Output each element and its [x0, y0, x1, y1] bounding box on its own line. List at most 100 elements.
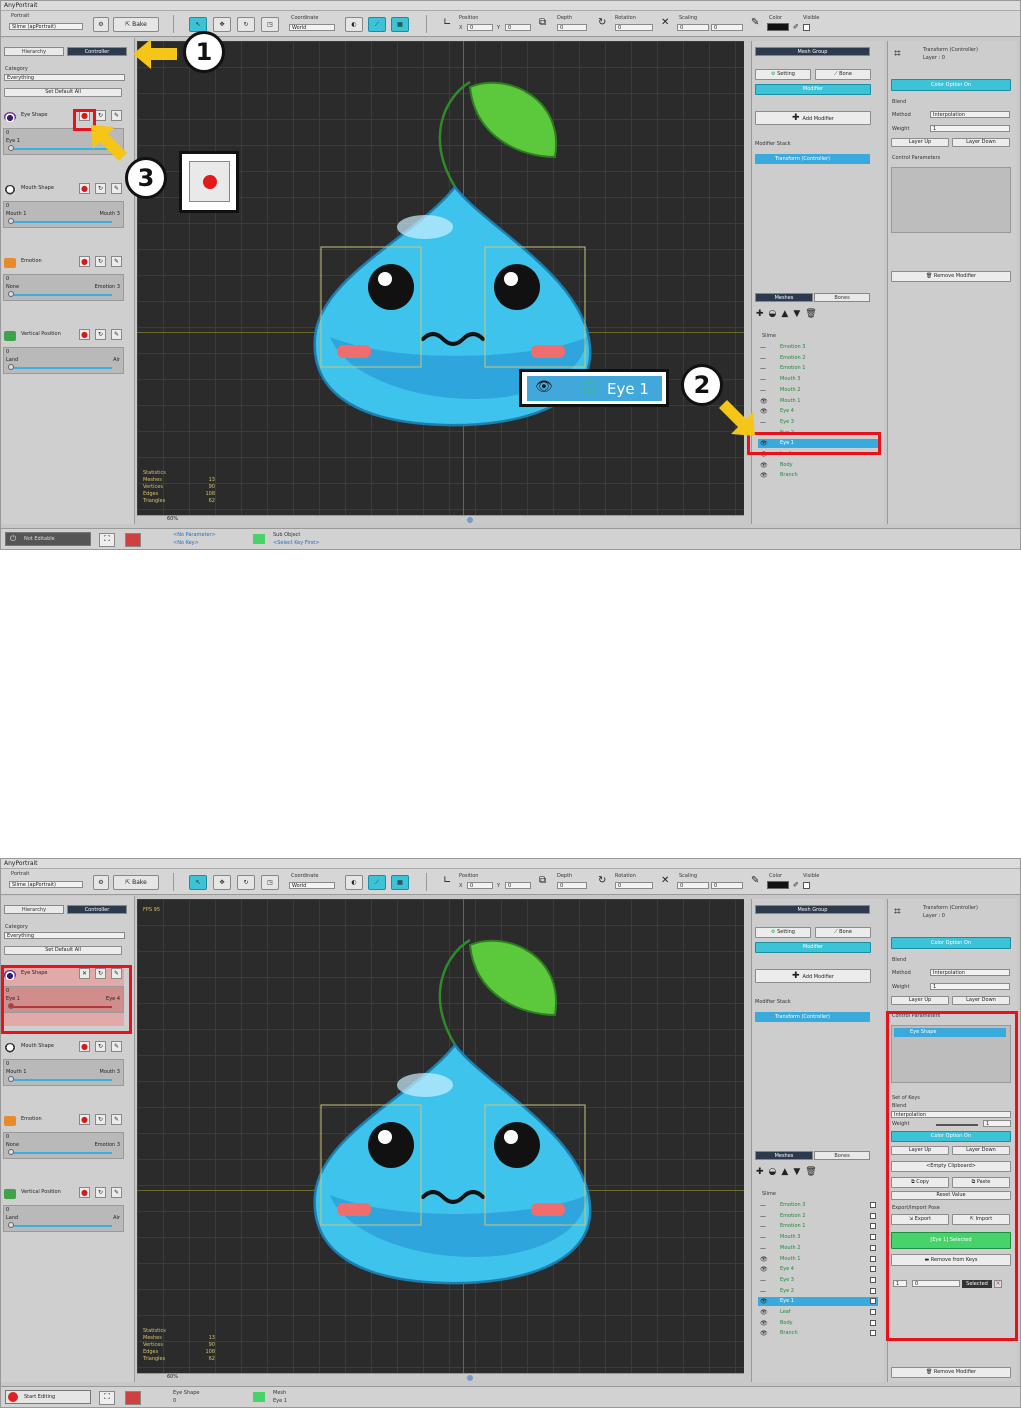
key-value-input[interactable]: 0	[912, 1280, 960, 1287]
visible-checkbox[interactable]	[803, 24, 810, 31]
export-button[interactable]: ⇲ Export	[891, 1214, 949, 1225]
bake-button[interactable]: ⇱ Bake	[113, 875, 159, 890]
weight-input[interactable]: 1	[930, 125, 1010, 132]
select-tool-icon[interactable]: ↖	[189, 875, 207, 890]
param-slider[interactable]: 0 None Emotion 3	[3, 274, 124, 301]
visibility-icon[interactable]: —	[760, 343, 766, 352]
slider-track[interactable]	[10, 367, 112, 369]
mesh-checkbox[interactable]	[870, 1244, 876, 1251]
visibility-icon[interactable]: 👁	[760, 1265, 768, 1274]
layer-down-button[interactable]: Layer Down	[952, 996, 1010, 1005]
color-option-button[interactable]: Color Option On	[891, 937, 1011, 949]
visibility-icon[interactable]: —	[760, 386, 766, 395]
visibility-icon[interactable]: —	[760, 1233, 766, 1242]
reset-icon[interactable]: ↻	[95, 1114, 106, 1125]
visibility-icon[interactable]: —	[760, 1212, 766, 1221]
mesh-list-item[interactable]: 👁 Leaf	[758, 450, 878, 459]
mesh-checkbox[interactable]	[870, 1287, 876, 1294]
visibility-icon[interactable]: 👁	[760, 471, 768, 480]
record-key-button[interactable]: ●	[79, 1114, 90, 1125]
slime-character[interactable]	[305, 935, 605, 1295]
edit-mode-toggle[interactable]: ⏻ Not Editable	[5, 532, 91, 546]
tab-bones[interactable]: Bones	[814, 1151, 870, 1160]
keys-weight-input[interactable]: 1	[983, 1120, 1011, 1127]
mesh-list-item[interactable]: 👁 Eye 1	[758, 439, 878, 449]
mesh-checkbox[interactable]	[870, 1202, 876, 1208]
visibility-icon[interactable]: 👁	[760, 1297, 768, 1306]
rotate-tool-icon[interactable]: ↻	[237, 17, 255, 32]
layer-down-button[interactable]: Layer Down	[952, 138, 1010, 147]
viewport[interactable]: FPS 95 Statistics Meshes 13 Vertices 90 Ed…	[137, 899, 744, 1373]
modifier-stack-item[interactable]: Transform (Controller)	[755, 1012, 870, 1022]
mesh-checkbox[interactable]	[870, 1309, 876, 1315]
portrait-select[interactable]: Slime (apPortrait)	[9, 881, 83, 888]
edit-mode-toggle[interactable]: Start Editing	[5, 1390, 91, 1404]
slider-track[interactable]	[10, 1079, 112, 1081]
control-param-item[interactable]: Eye Shape	[894, 1028, 1006, 1037]
color-swatch[interactable]	[767, 23, 789, 31]
coordinate-select[interactable]: World	[289, 24, 335, 31]
visibility-icon[interactable]: 👁	[760, 397, 768, 406]
eyedropper-icon[interactable]: ✐	[793, 23, 799, 31]
tab-hierarchy[interactable]: Hierarchy	[4, 47, 64, 56]
remove-modifier-button[interactable]: 🗑 Remove Modifier	[891, 1367, 1011, 1378]
scale-y-input[interactable]: 0	[711, 882, 743, 889]
mesh-list-item[interactable]: — Eye 3	[758, 1276, 878, 1285]
method-select[interactable]: Interpolation	[930, 111, 1010, 118]
mesh-checkbox[interactable]	[870, 1255, 876, 1262]
visibility-icon[interactable]: 👁	[760, 1255, 768, 1264]
move-tool-icon[interactable]: ✥	[213, 17, 231, 32]
visibility-icon[interactable]: 👁	[760, 1308, 768, 1317]
mesh-checkbox[interactable]	[870, 1266, 876, 1273]
param-slider[interactable]: 0 Eye 1 Eye 4	[3, 986, 124, 1013]
mesh-checkbox[interactable]	[870, 1212, 876, 1219]
bone-button[interactable]: ⟋ Bone	[815, 69, 871, 80]
edit-icon[interactable]: ✎	[111, 329, 122, 340]
layer-up-button[interactable]: Layer Up	[891, 996, 949, 1005]
slider-track[interactable]	[10, 1152, 112, 1154]
visibility-icon[interactable]: 👁	[760, 1329, 768, 1338]
mesh-view-icon[interactable]: ▦	[391, 875, 409, 890]
mesh-list-item[interactable]: 👁 Eye 4	[758, 407, 878, 416]
tab-bones[interactable]: Bones	[814, 293, 870, 302]
weight-input[interactable]: 1	[930, 983, 1010, 990]
scale-tool-icon[interactable]: ◳	[261, 17, 279, 32]
slider-handle[interactable]	[8, 291, 14, 297]
scale-y-input[interactable]: 0	[711, 24, 743, 31]
record-key-button[interactable]: ●	[79, 1187, 90, 1198]
depth-input[interactable]: 0	[557, 24, 587, 31]
add-modifier-button[interactable]: ✚ Add Modifier	[755, 969, 871, 983]
remove-modifier-button[interactable]: 🗑 Remove Modifier	[891, 271, 1011, 282]
key-index-input[interactable]: 1	[893, 1280, 907, 1287]
rotate-tool-icon[interactable]: ↻	[237, 875, 255, 890]
slider-handle[interactable]	[8, 1076, 14, 1082]
param-slider[interactable]: 0 Land Air	[3, 347, 124, 374]
scale-tool-icon[interactable]: ◳	[261, 875, 279, 890]
record-key-button[interactable]: ●	[79, 1041, 90, 1052]
paste-button[interactable]: ⧉ Paste	[952, 1177, 1010, 1188]
slider-track[interactable]	[10, 1225, 112, 1227]
set-default-all-button[interactable]: Set Default All	[4, 88, 122, 97]
color-option-button[interactable]: Color Option On	[891, 79, 1011, 91]
tab-meshes[interactable]: Meshes	[755, 1151, 813, 1160]
layer-up-button[interactable]: Layer Up	[891, 138, 949, 147]
reset-icon[interactable]: ↻	[95, 329, 106, 340]
scale-x-input[interactable]: 0	[677, 24, 709, 31]
position-y-input[interactable]: 0	[505, 24, 531, 31]
category-select[interactable]: Everything	[4, 932, 125, 939]
mesh-list-item[interactable]: — Emotion 1	[758, 1222, 878, 1231]
mesh-view-icon[interactable]: ▦	[391, 17, 409, 32]
scrollbar-handle[interactable]	[467, 517, 473, 523]
visibility-icon[interactable]: 👁	[760, 461, 768, 470]
select-tool-icon[interactable]: ↖	[189, 17, 207, 32]
depth-input[interactable]: 0	[557, 882, 587, 889]
visibility-icon[interactable]: —	[760, 1287, 766, 1296]
lock-icon[interactable]: ⛶	[99, 1391, 115, 1405]
mesh-list-item[interactable]: 👁 Mouth 1	[758, 397, 878, 406]
edit-icon[interactable]: ✎	[111, 1041, 122, 1052]
visible-checkbox[interactable]	[803, 882, 810, 889]
param-slider[interactable]: 0 Mouth 1 Mouth 3	[3, 1059, 124, 1086]
edit-icon[interactable]: ✎	[111, 256, 122, 267]
add-modifier-button[interactable]: ✚ Add Modifier	[755, 111, 871, 125]
mesh-checkbox[interactable]	[870, 1223, 876, 1230]
